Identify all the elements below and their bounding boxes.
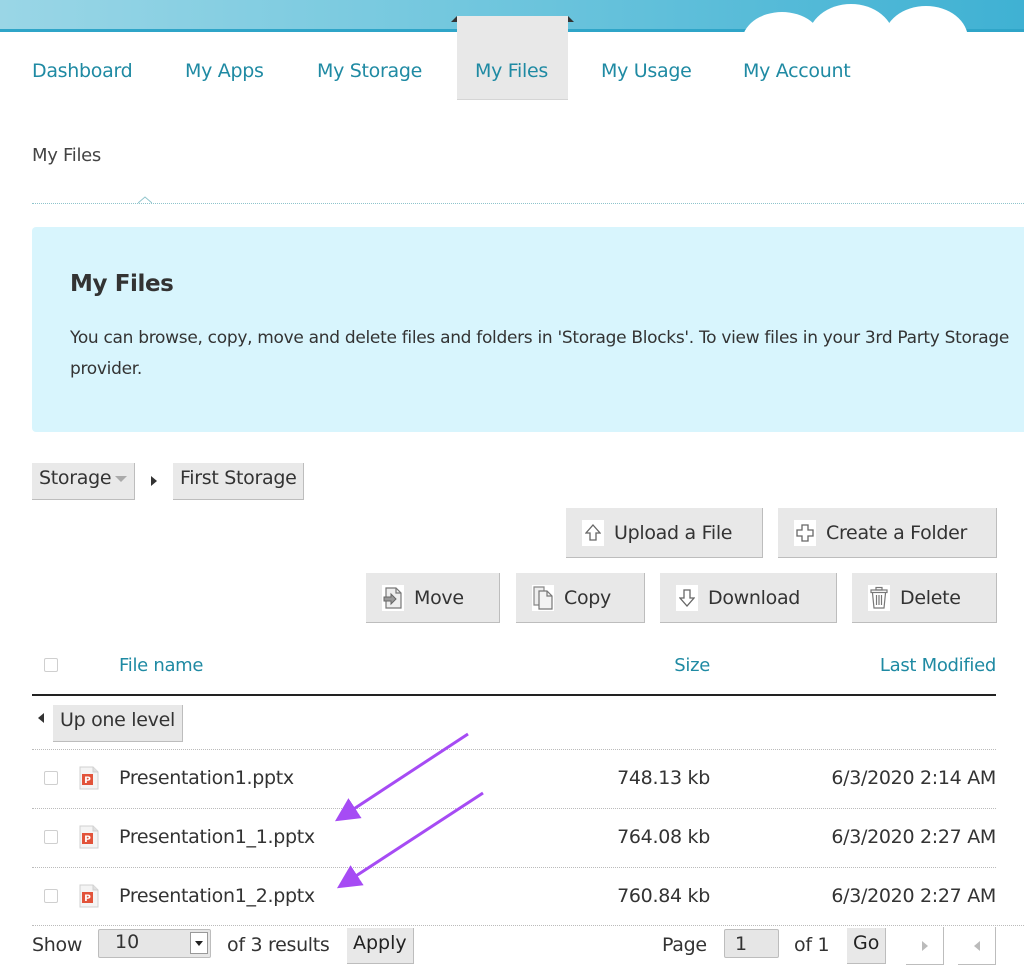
row-divider: [32, 867, 996, 868]
chevron-left-icon: [974, 941, 980, 951]
info-text: You can browse, copy, move and delete fi…: [70, 328, 1010, 379]
svg-text:P: P: [84, 835, 91, 845]
file-size: 748.13 kb: [617, 767, 710, 789]
column-header-file-name[interactable]: File name: [119, 655, 204, 676]
file-modified-date: 6/3/2020 2:27 AM: [831, 826, 996, 848]
nav-item-my-files[interactable]: My Files: [475, 60, 548, 82]
nav-item-my-usage[interactable]: My Usage: [601, 60, 692, 82]
file-size: 760.84 kb: [617, 885, 710, 907]
previous-page-button[interactable]: [958, 927, 996, 965]
breadcrumb-first-storage[interactable]: First Storage: [173, 463, 305, 500]
row-checkbox[interactable]: [44, 889, 58, 903]
file-modified-date: 6/3/2020 2:14 AM: [831, 767, 996, 789]
up-one-level-button[interactable]: Up one level: [53, 705, 183, 742]
footer-divider: [32, 925, 1024, 926]
info-panel: My Files You can browse, copy, move and …: [32, 227, 1024, 432]
info-title: My Files: [70, 271, 174, 297]
delete-button[interactable]: Delete: [852, 573, 997, 623]
nav-item-my-account[interactable]: My Account: [743, 60, 851, 82]
svg-text:P: P: [84, 894, 91, 904]
main-nav: Dashboard My Apps My Storage My Files My…: [0, 16, 1024, 102]
plus-icon: [794, 519, 816, 546]
delete-label: Delete: [900, 586, 961, 609]
annotation-arrow: [336, 791, 484, 889]
results-count: of 3 results: [227, 934, 330, 956]
copy-icon: [532, 584, 554, 611]
upload-file-button[interactable]: Upload a File: [566, 508, 763, 558]
pptx-file-icon: P: [79, 884, 99, 908]
breadcrumb-storage-label: Storage: [39, 467, 112, 489]
file-size: 764.08 kb: [617, 826, 710, 848]
upload-arrow-icon: [582, 519, 604, 546]
download-label: Download: [708, 586, 801, 609]
nav-item-dashboard[interactable]: Dashboard: [32, 60, 133, 82]
create-folder-button[interactable]: Create a Folder: [778, 508, 997, 558]
svg-text:P: P: [84, 776, 91, 786]
row-divider: [32, 808, 996, 809]
column-header-last-modified[interactable]: Last Modified: [880, 655, 996, 676]
pptx-file-icon: P: [79, 825, 99, 849]
copy-label: Copy: [564, 586, 611, 609]
file-name-link[interactable]: Presentation1_2.pptx: [119, 885, 315, 907]
chevron-down-icon: [115, 475, 128, 482]
heading-divider: [32, 203, 1024, 204]
download-arrow-icon: [676, 584, 698, 611]
file-name-link[interactable]: Presentation1_1.pptx: [119, 826, 315, 848]
page-total: of 1: [794, 934, 830, 956]
row-checkbox[interactable]: [44, 830, 58, 844]
page-number-input[interactable]: [724, 929, 779, 958]
nav-item-my-storage[interactable]: My Storage: [317, 60, 422, 82]
annotation-arrow: [334, 732, 469, 822]
next-page-button[interactable]: [906, 927, 944, 965]
table-header-divider: [32, 694, 996, 696]
upload-file-label: Upload a File: [614, 521, 733, 544]
row-checkbox[interactable]: [44, 771, 58, 785]
nav-item-my-apps[interactable]: My Apps: [185, 60, 264, 82]
column-header-size[interactable]: Size: [674, 655, 710, 676]
trash-icon: [868, 584, 890, 611]
row-divider: [32, 749, 996, 750]
go-button[interactable]: Go: [847, 928, 887, 964]
back-arrow-icon: [38, 713, 44, 723]
move-label: Move: [414, 586, 464, 609]
move-file-icon: [382, 584, 404, 611]
show-label: Show: [32, 934, 83, 956]
select-all-checkbox[interactable]: [44, 658, 58, 672]
file-name-link[interactable]: Presentation1.pptx: [119, 767, 294, 789]
breadcrumb-storage-dropdown[interactable]: Storage: [32, 463, 136, 500]
page-size-value: 10: [115, 931, 140, 953]
nav-active-indicator: [451, 16, 574, 100]
pptx-file-icon: P: [79, 766, 99, 790]
breadcrumb-separator-icon: [151, 476, 157, 486]
apply-button[interactable]: Apply: [347, 928, 414, 964]
chevron-right-icon: [922, 941, 928, 951]
page-title: My Files: [32, 145, 102, 166]
download-button[interactable]: Download: [660, 573, 837, 623]
page-size-select[interactable]: 10: [98, 929, 211, 958]
chevron-down-icon: [190, 932, 208, 954]
move-button[interactable]: Move: [366, 573, 500, 623]
page-label: Page: [662, 934, 707, 956]
create-folder-label: Create a Folder: [826, 521, 968, 544]
divider-notch: [138, 196, 152, 204]
file-modified-date: 6/3/2020 2:27 AM: [831, 885, 996, 907]
copy-button[interactable]: Copy: [516, 573, 645, 623]
